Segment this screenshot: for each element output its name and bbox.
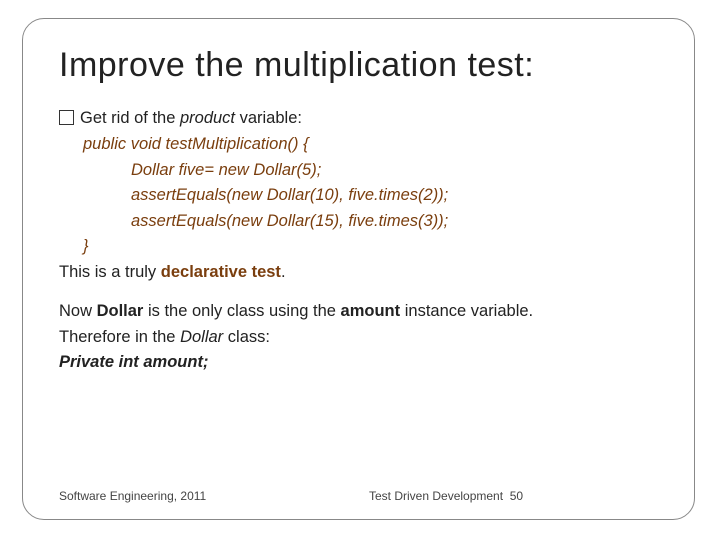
text: This is a truly [59, 263, 161, 281]
code-line: Dollar five= new Dollar(5); [59, 158, 658, 184]
text: Get rid of the [80, 109, 180, 127]
footer-label: Test Driven Development [369, 489, 503, 503]
text-bold: Dollar [97, 302, 144, 320]
text: variable: [235, 109, 302, 127]
text: is the only class using the [143, 302, 340, 320]
slide-body: Get rid of the product variable: public … [59, 106, 658, 376]
footer-right: Test Driven Development 50 [369, 489, 523, 503]
text-emph: declarative test [161, 263, 281, 281]
text-emph: product [180, 109, 235, 127]
text: Therefore in the [59, 328, 180, 346]
text-bold: amount [341, 302, 401, 320]
slide-frame: Improve the multiplication test: Get rid… [22, 18, 695, 520]
code-line: } [59, 234, 658, 260]
summary-line: This is a truly declarative test. [59, 260, 658, 286]
text: Now [59, 302, 97, 320]
code-line: assertEquals(new Dollar(10), five.times(… [59, 183, 658, 209]
footer: Software Engineering, 2011 Test Driven D… [59, 489, 658, 503]
text-emph: Dollar [180, 328, 223, 346]
text: instance variable. [400, 302, 533, 320]
text: . [281, 263, 286, 281]
spacer [59, 285, 658, 299]
footer-left: Software Engineering, 2011 [59, 489, 206, 503]
code-line: assertEquals(new Dollar(15), five.times(… [59, 209, 658, 235]
code-line: public void testMultiplication() { [59, 132, 658, 158]
page-number: 50 [510, 489, 523, 503]
paragraph: Therefore in the Dollar class: [59, 325, 658, 351]
slide-title: Improve the multiplication test: [59, 47, 658, 84]
private-decl: Private int amount; [59, 350, 658, 376]
text: class: [223, 328, 270, 346]
checkbox-icon [59, 110, 74, 125]
bullet-item: Get rid of the product variable: [59, 106, 658, 132]
bullet-text: Get rid of the product variable: [80, 106, 302, 132]
paragraph: Now Dollar is the only class using the a… [59, 299, 658, 325]
